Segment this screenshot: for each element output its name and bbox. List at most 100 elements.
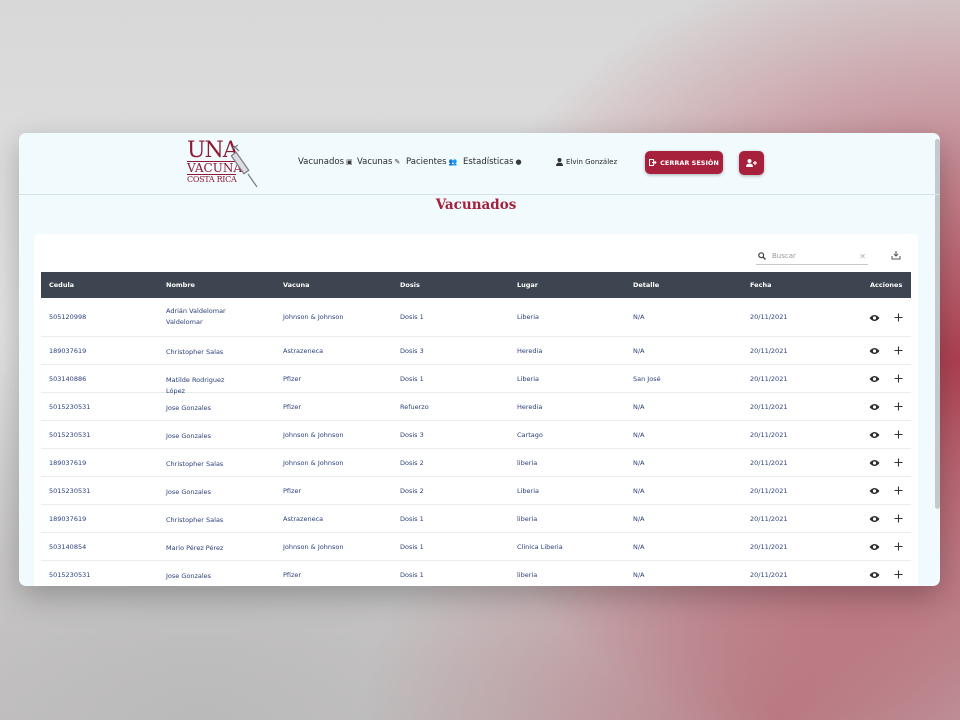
syringe-box-icon: ▣ [346,158,353,166]
cell-fecha: 20/11/2021 [750,375,788,383]
nav-link-pacientes[interactable]: Pacientes 👥 [406,157,457,167]
cell-lugar: Clinica Liberia [517,543,563,551]
download-icon[interactable] [891,250,901,260]
table-row[interactable]: 5015230531 Jose Gonzales Johnson & Johnson… [41,421,911,449]
cell-nombre: Mario Pérez Pérez [166,544,224,552]
row-actions [869,514,903,523]
cell-cedula: 189037619 [49,347,87,355]
cell-cedula: 5015230531 [49,571,91,579]
add-user-button[interactable] [739,151,764,175]
cell-detalle: N/A [633,543,645,551]
cell-nombre: Christopher Salas [166,516,224,524]
logout-button[interactable]: CERRAR SESIÓN [645,151,723,174]
table-row[interactable]: 503140886 Matilde Rodriguez López Pfizer Do… [41,365,911,395]
cell-lugar: Liberia [517,375,540,383]
view-eye-icon[interactable] [869,314,880,322]
cell-detalle: San José [633,375,661,383]
cell-fecha: 20/11/2021 [750,403,788,411]
cell-dosis: Dosis 2 [400,459,424,467]
user-plus-icon [746,159,757,167]
column-header-detalle[interactable]: Detalle [633,281,659,289]
table-row[interactable]: 189037619 Christopher Salas Johnson & John… [41,449,911,477]
view-eye-icon[interactable] [869,571,880,579]
add-plus-icon[interactable] [894,346,903,355]
add-plus-icon[interactable] [894,570,903,579]
cell-lugar: Heredia [517,403,543,411]
view-eye-icon[interactable] [869,543,880,551]
pencil-icon: ✎ [394,158,401,166]
table-row[interactable]: 5015230531 Jose Gonzales Pfizer Refuerzo Her… [41,393,911,421]
search-input[interactable]: Buscar ✕ [756,248,868,265]
cell-cedula: 503140854 [49,543,87,551]
nav-link-estadisticas[interactable]: Estadísticas ● [463,157,522,167]
nav-link-vacunados[interactable]: Vacunados ▣ [298,157,353,167]
una-vacuna-logo[interactable]: UNA VACUNA COSTA RICA [187,139,263,189]
cell-vacuna: Pfizer [283,375,302,383]
cell-fecha: 20/11/2021 [750,313,788,321]
view-eye-icon[interactable] [869,515,880,523]
logout-label: CERRAR SESIÓN [660,158,719,167]
column-header-fecha[interactable]: Fecha [750,281,771,289]
cell-dosis: Dosis 2 [400,487,424,495]
column-header-dosis[interactable]: Dosis [400,281,420,289]
cell-nombre: Jose Gonzales [166,572,212,580]
cell-nombre: Christopher Salas [166,460,224,468]
cell-vacuna: Johnson & Johnson [283,313,344,321]
cell-vacuna: Pfizer [283,571,302,579]
cell-dosis: Dosis 1 [400,313,424,321]
add-plus-icon[interactable] [894,430,903,439]
add-plus-icon[interactable] [894,313,903,322]
add-plus-icon[interactable] [894,458,903,467]
table-row[interactable]: 505120998 Adrián Valdelomar Valdelomar Joh… [41,298,911,337]
cell-detalle: N/A [633,487,645,495]
table-header: Cedula Nombre Vacuna Dosis Lugar Detalle… [41,272,911,298]
clear-search-icon[interactable]: ✕ [859,252,866,261]
add-plus-icon[interactable] [894,374,903,383]
table-row[interactable]: 5015230531 Jose Gonzales Pfizer Dosis 2 Libe… [41,477,911,505]
cell-nombre: Jose Gonzales [166,488,212,496]
nav-estadisticas-label: Estadísticas [463,157,514,167]
current-user[interactable]: Elvin González [556,158,617,166]
cell-cedula: 503140886 [49,375,87,383]
cell-detalle: N/A [633,571,645,579]
cell-dosis: Dosis 1 [400,543,424,551]
cell-lugar: liberia [517,459,538,467]
column-header-lugar[interactable]: Lugar [517,281,538,289]
cell-fecha: 20/11/2021 [750,431,788,439]
view-eye-icon[interactable] [869,487,880,495]
cell-detalle: N/A [633,403,645,411]
cell-fecha: 20/11/2021 [750,487,788,495]
cell-fecha: 20/11/2021 [750,515,788,523]
view-eye-icon[interactable] [869,375,880,383]
table-body: 505120998 Adrián Valdelomar Valdelomar Joh… [41,298,911,586]
cell-vacuna: Johnson & Johnson [283,543,344,551]
table-row[interactable]: 503140854 Mario Pérez Pérez Johnson & John… [41,533,911,561]
cell-lugar: liberia [517,515,538,523]
view-eye-icon[interactable] [869,347,880,355]
user-icon [556,158,563,166]
nav-link-vacunas[interactable]: Vacunas ✎ [357,157,400,167]
nav-vacunas-label: Vacunas [357,157,393,167]
logo-text-costa-rica: COSTA RICA [187,174,237,184]
search-placeholder: Buscar [772,252,796,260]
cell-nombre: Jose Gonzales [166,432,212,440]
table-row[interactable]: 5015230531 Jose Gonzales Pfizer Dosis 1 libe… [41,561,911,586]
add-plus-icon[interactable] [894,542,903,551]
column-header-vacuna[interactable]: Vacuna [283,281,310,289]
table-row[interactable]: 189037619 Christopher Salas Astrazeneca Dos… [41,505,911,533]
view-eye-icon[interactable] [869,403,880,411]
cell-dosis: Dosis 1 [400,375,424,383]
cell-lugar: Heredia [517,347,543,355]
add-plus-icon[interactable] [894,486,903,495]
view-eye-icon[interactable] [869,431,880,439]
column-header-nombre[interactable]: Nombre [166,281,195,289]
table-row[interactable]: 189037619 Christopher Salas Astrazeneca Dos… [41,337,911,365]
cell-vacuna: Johnson & Johnson [283,431,344,439]
cell-dosis: Dosis 3 [400,431,424,439]
add-plus-icon[interactable] [894,514,903,523]
column-header-acciones: Acciones [870,281,903,289]
column-header-cedula[interactable]: Cedula [49,281,74,289]
user-name: Elvin González [566,158,618,166]
view-eye-icon[interactable] [869,459,880,467]
add-plus-icon[interactable] [894,402,903,411]
